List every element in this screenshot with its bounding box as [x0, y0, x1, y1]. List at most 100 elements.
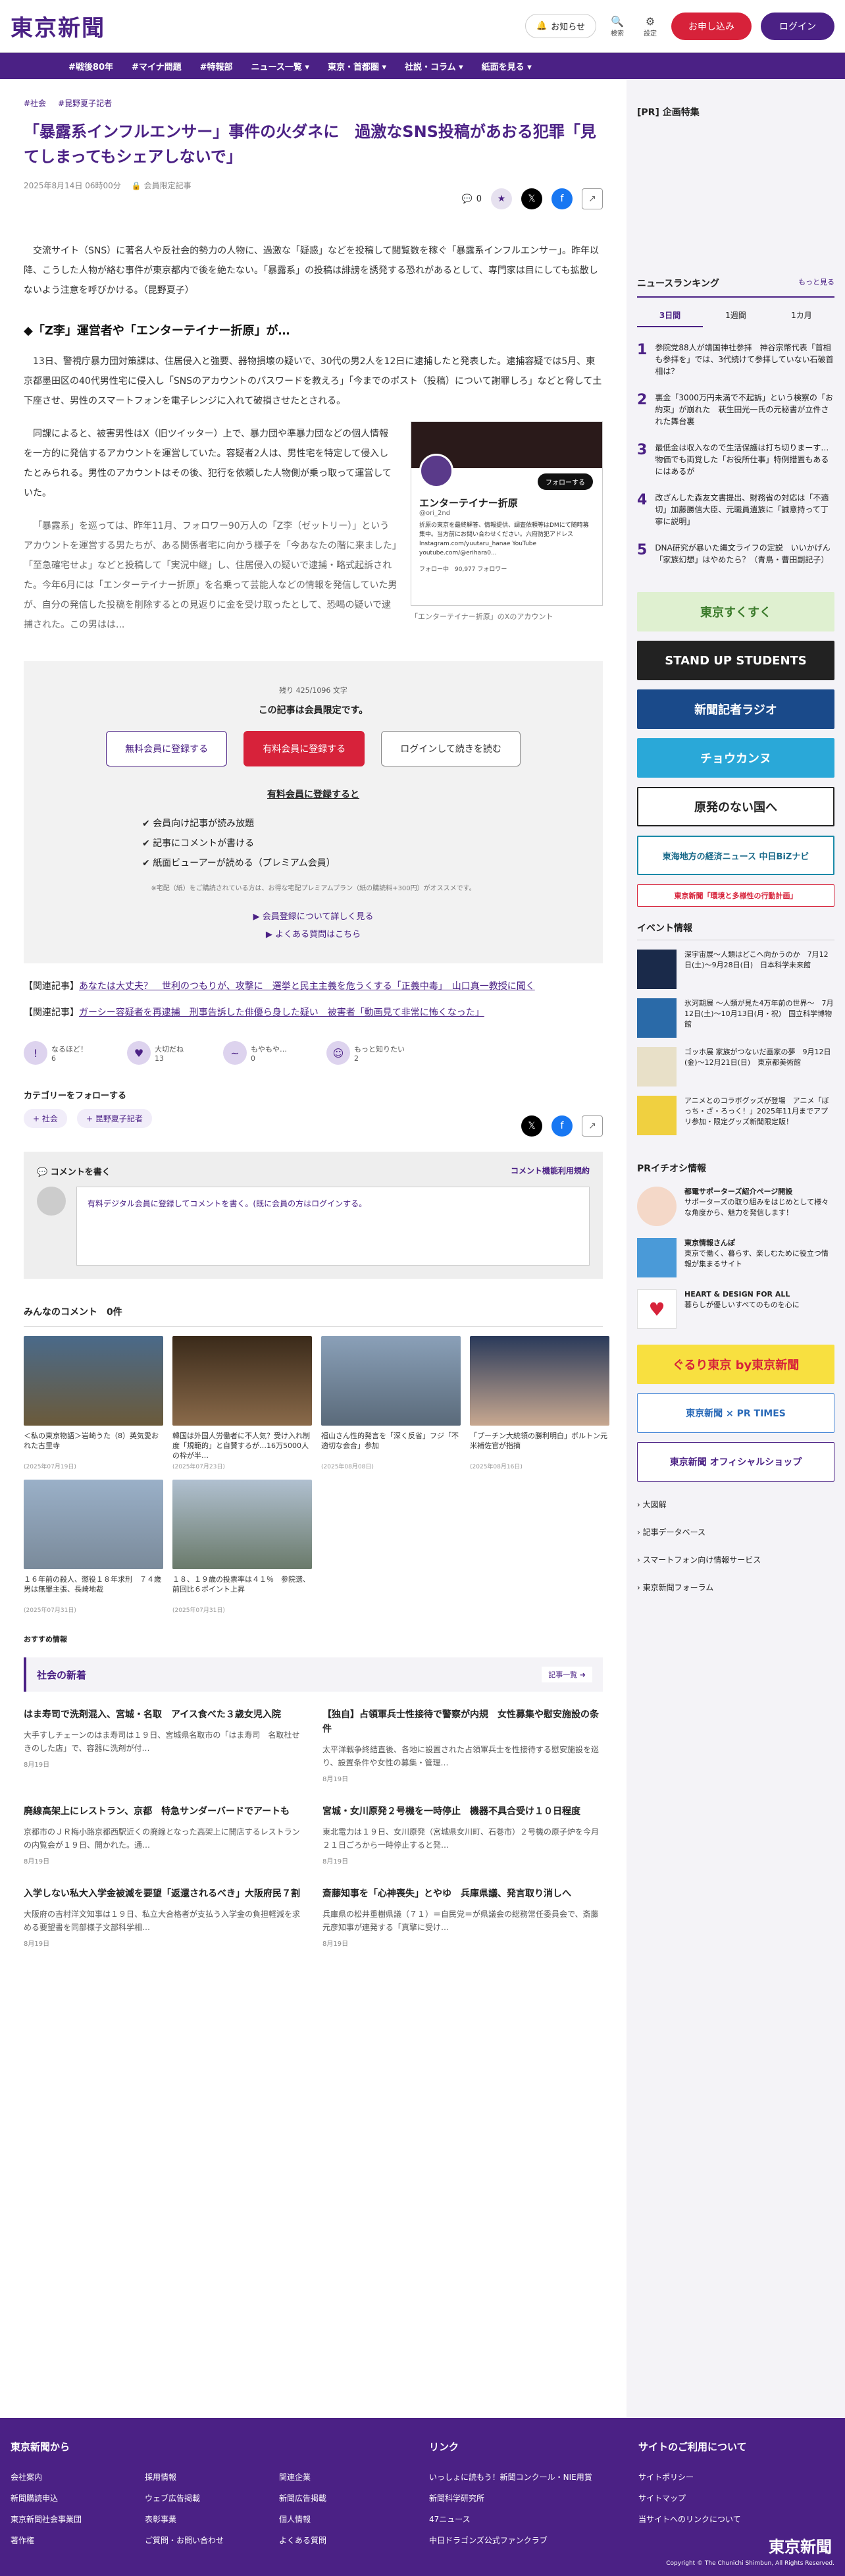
comment-input[interactable]: 有料デジタル会員に登録してコメントを書く。(既に会員の方はログインする。 [76, 1187, 590, 1266]
footer-link[interactable]: サイトマップ [638, 2488, 747, 2509]
news-item[interactable]: はま寿司で洗剤混入、宮城・名取 アイス食べた３歳女児入院 大手すしチェーンのはま寿… [24, 1707, 304, 1783]
footer-link[interactable]: 会社案内 [11, 2467, 82, 2488]
footer-link[interactable]: 採用情報 [145, 2467, 224, 2488]
footer-link[interactable]: 中日ドラゴンズ公式ファンクラブ [429, 2530, 592, 2551]
ranking-item[interactable]: 3 最低金は収入なので生活保護は打ち切りまーす…物価でも両覚した「お役所仕事」特例… [637, 442, 834, 477]
comment-terms-link[interactable]: コメント機能利用規約 [511, 1165, 590, 1177]
related-link[interactable]: あなたは大丈夫？ 世利のつもりが、攻撃に 選挙と民主主義を危うくする「正義中毒」… [79, 981, 535, 992]
settings-button[interactable]: ⚙ 設定 [638, 15, 662, 38]
reaction-button[interactable]: ♥ 大切だね 13 [127, 1041, 184, 1065]
faq-link[interactable]: ▶ よくある質問はこちら [45, 927, 582, 940]
bookmark-icon[interactable]: ★ [491, 188, 512, 209]
banner[interactable]: 東京新聞 × PR TIMES [637, 1393, 834, 1433]
footer-link[interactable]: 新聞科学研究所 [429, 2488, 592, 2509]
x-share-icon[interactable]: 𝕏 [521, 188, 542, 209]
footer-link[interactable]: 表彰事業 [145, 2509, 224, 2530]
news-item[interactable]: 廃線高架上にレストラン、京都 特急サンダーバードでアートも 京都市のＪＲ梅小路京都… [24, 1804, 304, 1865]
footer-link[interactable]: サイトポリシー [638, 2467, 747, 2488]
footer-link[interactable]: 当サイトへのリンクについて [638, 2509, 747, 2530]
ranking-item[interactable]: 2 裏金「3000万円未満で不起訴」という検察の「お約束」が崩れた 萩生田光一氏の… [637, 392, 834, 427]
follow-tag[interactable]: + 昆野夏子記者 [76, 1109, 152, 1128]
news-item[interactable]: 【独自】占領軍兵士性接待で警察が内規 女性募集や慰安施設の条件 太平洋戦争終結直後… [322, 1707, 603, 1783]
footer-link[interactable]: 新聞広告掲載 [279, 2488, 326, 2509]
footer-link[interactable]: 個人情報 [279, 2509, 326, 2530]
banner[interactable]: STAND UP STUDENTS [637, 641, 834, 680]
event-item[interactable]: 深宇宙展〜人類はどこへ向かうのか 7月12日(土)〜9月28日(日) 日本科学未… [637, 950, 834, 989]
tag-link[interactable]: #社会 [24, 97, 46, 109]
side-link[interactable]: › スマートフォン向け情報サービス [637, 1546, 834, 1574]
footer-link[interactable]: よくある質問 [279, 2530, 326, 2551]
free-register-button[interactable]: 無料会員に登録する [106, 731, 228, 766]
banner[interactable]: チョウカンヌ [637, 738, 834, 778]
banner[interactable]: 新聞記者ラジオ [637, 689, 834, 729]
ranking-item[interactable]: 5 DNA研究が暴いた縄文ライフの定説 いいかげん「家族幻想」はやめたら？（青鳥・… [637, 542, 834, 566]
share-icon[interactable]: ↗ [582, 1115, 603, 1137]
banner[interactable]: 東京新聞 オフィシャルショップ [637, 1442, 834, 1482]
tag-link[interactable]: #昆野夏子記者 [58, 97, 112, 109]
login-continue-button[interactable]: ログインして続きを読む [381, 731, 521, 766]
subscribe-button[interactable]: お申し込み [671, 12, 752, 40]
more-membership-link[interactable]: ▶ 会員登録について詳しく見る [45, 909, 582, 922]
photo-card[interactable]: ＜私の東京物語＞岩崎うた（8）英気愛おれた古里寺 (2025年07月19日) [24, 1336, 163, 1470]
related-link[interactable]: ガーシー容疑者を再逮捕 刑事告訴した俳優ら身した疑い 被害者「動画見て非常に怖く… [79, 1007, 484, 1018]
footer-link[interactable]: 新聞購読申込 [11, 2488, 82, 2509]
reaction-button[interactable]: ! なるほど！ 6 [24, 1041, 88, 1065]
footer-link[interactable]: ウェブ広告掲載 [145, 2488, 224, 2509]
banner[interactable]: 東海地方の経済ニュース 中日BiZナビ [637, 836, 834, 875]
notice-button[interactable]: 🔔 お知らせ [525, 14, 596, 38]
banner[interactable]: ぐるり東京 by東京新聞 [637, 1345, 834, 1384]
footer-link[interactable]: 著作権 [11, 2530, 82, 2551]
tab-1month[interactable]: 1カ月 [769, 304, 834, 327]
side-link[interactable]: › 記事データベース [637, 1518, 834, 1546]
event-item[interactable]: 氷河期展 〜人類が見た4万年前の世界〜 7月12日(土)〜10月13日(月・祝)… [637, 998, 834, 1038]
photo-card[interactable]: 福山さん性的発言を「深く反省」フジ「不適切な会合」参加 (2025年08月08日) [321, 1336, 461, 1470]
nav-item[interactable]: 紙面を見る ▾ [482, 60, 532, 72]
tab-1week[interactable]: 1週間 [703, 304, 769, 327]
nav-item[interactable]: #マイナ問題 [132, 60, 182, 72]
facebook-share-icon[interactable]: f [551, 1115, 573, 1137]
paid-register-button[interactable]: 有料会員に登録する [243, 731, 365, 766]
event-item[interactable]: ゴッホ展 家族がつないだ画家の夢 9月12日(金)〜12月21日(日) 東京都美… [637, 1047, 834, 1087]
nav-item[interactable]: ニュース一覧 ▾ [251, 60, 309, 72]
photo-card[interactable]: １６年前の殺人、懲役１８年求刑 ７４歳男は無罪主張、長崎地裁 (2025年07月3… [24, 1480, 163, 1614]
reaction-button[interactable]: ~ もやもや… 0 [223, 1041, 287, 1065]
photo-card[interactable]: １８、１９歳の投票率は４１％ 参院選、前回比６ポイント上昇 (2025年07月31… [172, 1480, 312, 1614]
tab-3days[interactable]: 3日間 [637, 304, 703, 327]
footer-link[interactable]: 47ニュース [429, 2509, 592, 2530]
x-share-icon[interactable]: 𝕏 [521, 1115, 542, 1137]
ranking-item[interactable]: 4 改ざんした森友文書提出、財務省の対応は「不適切」加藤勝信大臣、元職員遺族に「誠… [637, 492, 834, 527]
pr-item[interactable]: 東京情報さんぽ 東京で働く、暮らす、楽しむために役立つ情報が集まるサイト [637, 1238, 834, 1277]
footer-link[interactable]: いっしょに読もう！新聞コンクール・NIE用賞 [429, 2467, 592, 2488]
news-item[interactable]: 斎藤知事を「心神喪失」とやゆ 兵庫県議、発言取り消しへ 兵庫県の松井重樹県議（７１… [322, 1887, 603, 1948]
news-item[interactable]: 入学しない私大入学金被減を要望「返還されるべき」大阪府民７割 大阪府の吉村洋文知事… [24, 1887, 304, 1948]
pr-item[interactable]: ♥ HEART & DESIGN FOR ALL 暮らしが優しいすべてのものを心に [637, 1289, 834, 1329]
nav-item[interactable]: #戦後80年 [68, 60, 113, 72]
society-more-link[interactable]: 記事一覧 ➜ [542, 1667, 592, 1682]
nav-item[interactable]: #特報部 [200, 60, 233, 72]
pr-item[interactable]: 都電サポーターズ紹介ページ開設 サポーターズの取り組みをはじめとして様々な角度から… [637, 1187, 834, 1226]
news-item[interactable]: 宮城・女川原発２号機を一時停止 機器不具合受け１０日程度 東北電力は１９日、女川原… [322, 1804, 603, 1865]
banner[interactable]: 東京すくすく [637, 592, 834, 631]
ranking-more-link[interactable]: もっと見る [798, 277, 834, 290]
footer-link[interactable]: ご質問・お問い合わせ [145, 2530, 224, 2551]
login-button[interactable]: ログイン [761, 12, 834, 40]
search-button[interactable]: 🔍 検索 [605, 15, 629, 38]
reaction-button[interactable]: ☺ もっと知りたい 2 [326, 1041, 405, 1065]
side-link[interactable]: › 東京新聞フォーラム [637, 1574, 834, 1601]
ranking-item[interactable]: 1 参院党88人が靖国神社参拝 神谷宗幣代表「首相も参拝を」では、3代続けて参拝し… [637, 342, 834, 377]
footer-link[interactable]: 関連企業 [279, 2467, 326, 2488]
follow-tag[interactable]: + 社会 [24, 1109, 67, 1128]
share-icon[interactable]: ↗ [582, 188, 603, 209]
side-link[interactable]: › 大図解 [637, 1491, 834, 1518]
photo-card[interactable]: 韓国は外国人労働者に不人気？受け入れ制度「規範的」と自賛するが…16万5000人… [172, 1336, 312, 1470]
comment-count[interactable]: 💬 0 [462, 194, 482, 204]
banner[interactable]: 原発のない国へ [637, 787, 834, 826]
site-logo[interactable]: 東京新聞 [11, 10, 105, 42]
photo-card[interactable]: 「プーチン大統領の勝利明白」ボルトン元米補佐官が指摘 (2025年08月16日) [470, 1336, 609, 1470]
banner[interactable]: 東京新聞「環境と多様性の行動計画」 [637, 884, 834, 907]
footer-link[interactable]: 東京新聞社会事業団 [11, 2509, 82, 2530]
event-item[interactable]: アニメとのコラボグッズが登場 アニメ「ぼっち・ざ・ろっく！」2025年11月まで… [637, 1096, 834, 1135]
nav-item[interactable]: 東京・首都圏 ▾ [328, 60, 386, 72]
nav-item[interactable]: 社説・コラム ▾ [405, 60, 463, 72]
facebook-share-icon[interactable]: f [551, 188, 573, 209]
